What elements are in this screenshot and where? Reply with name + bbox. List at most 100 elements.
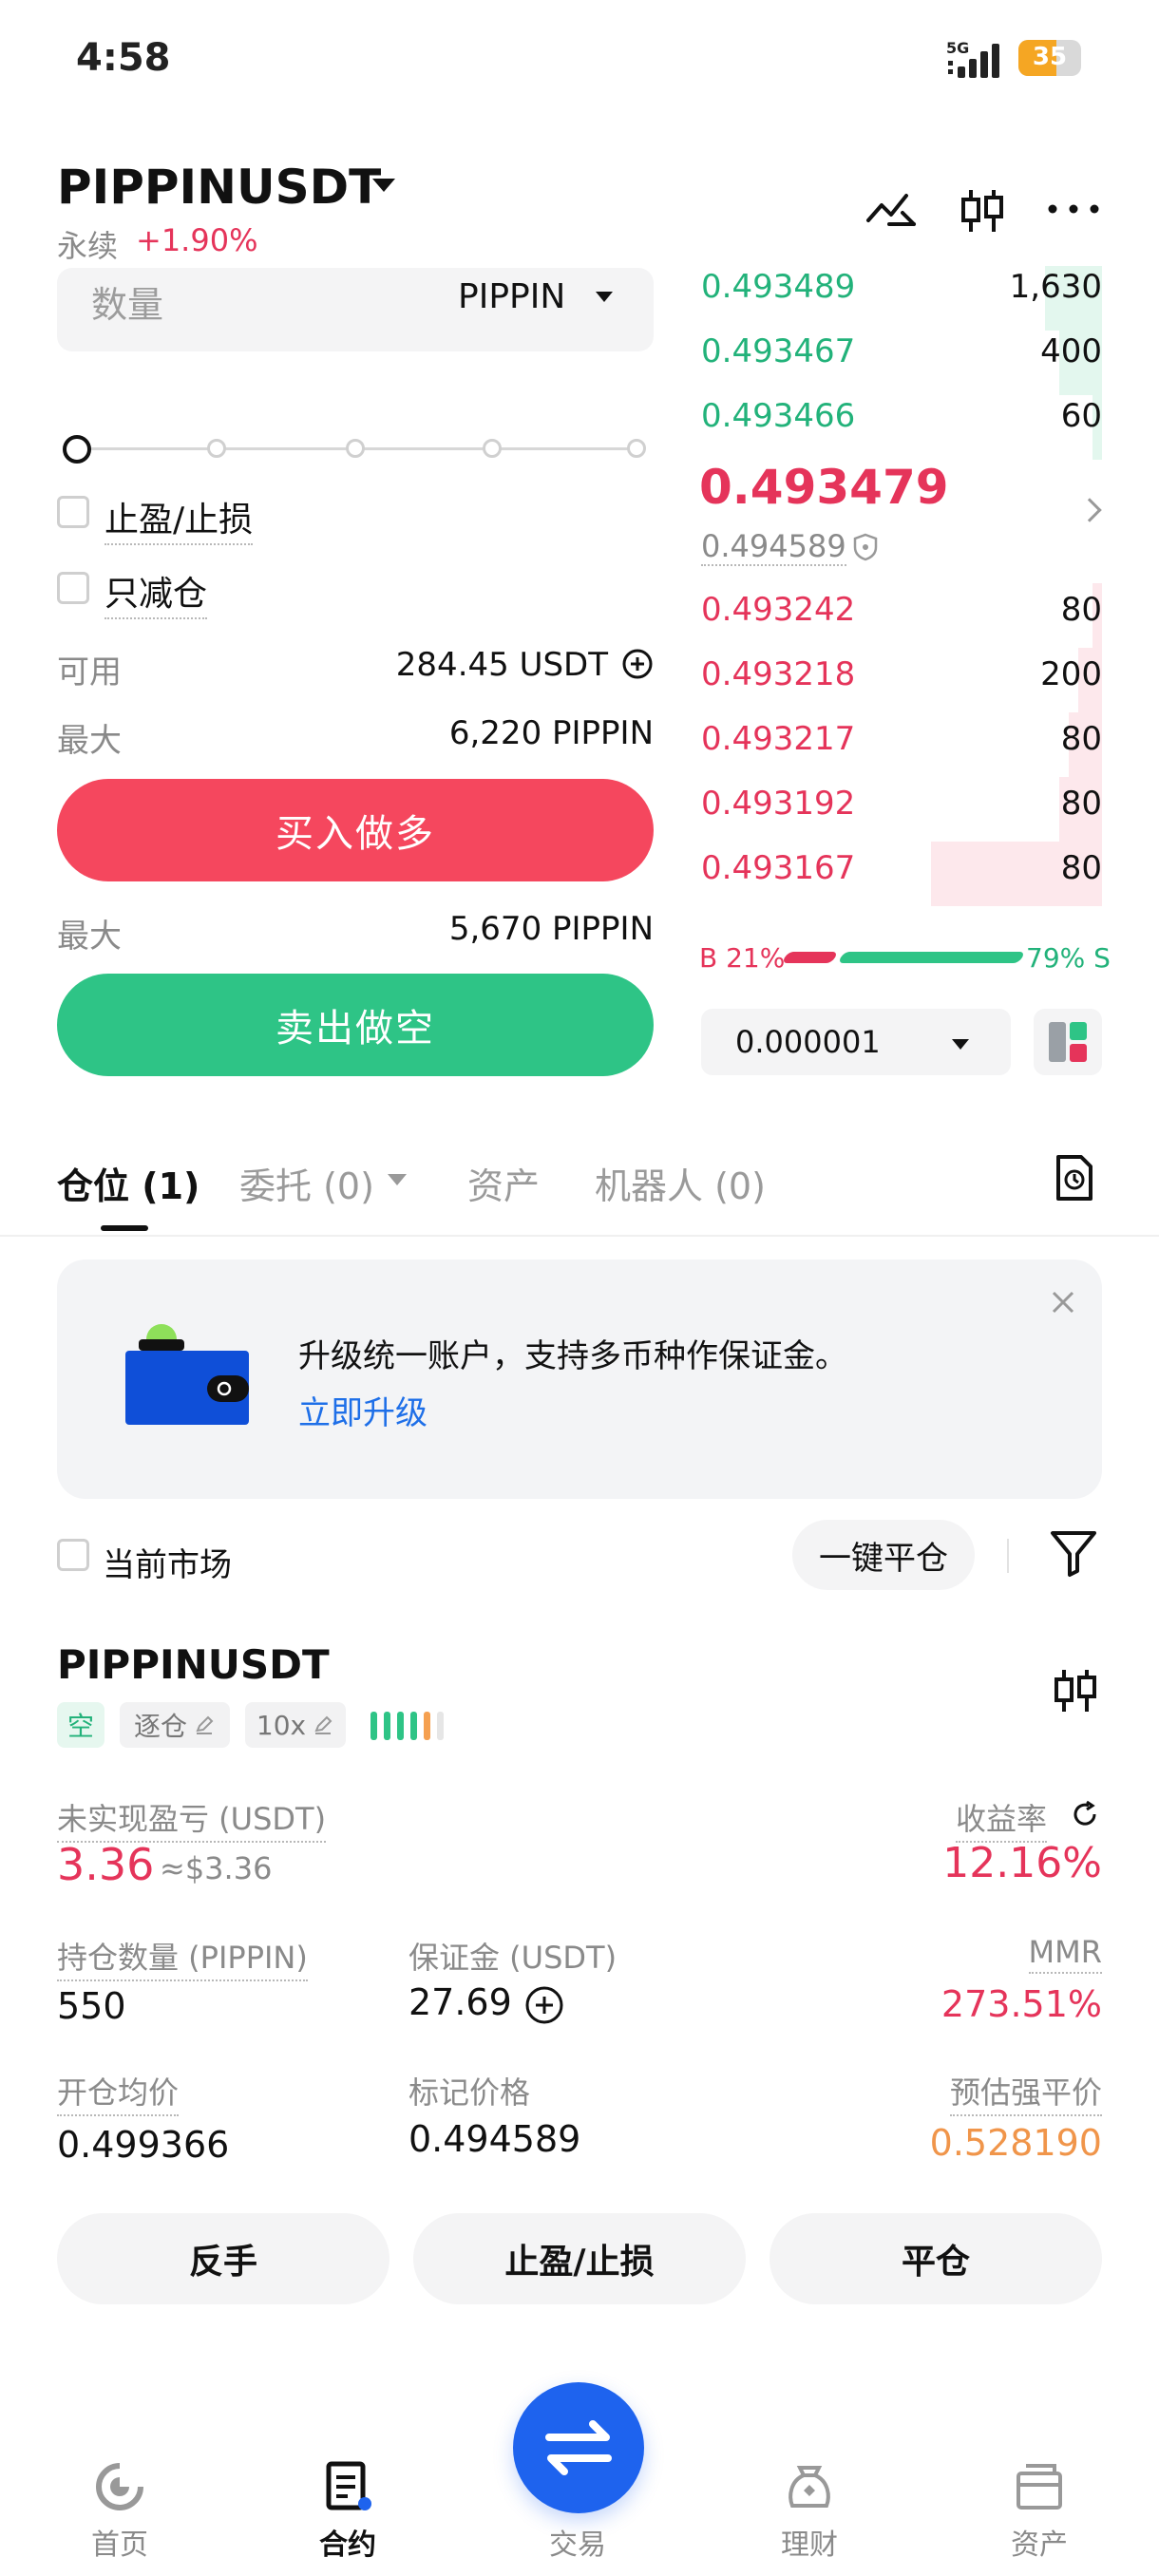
tab-positions[interactable]: 仓位 (1) xyxy=(57,1157,200,1209)
current-market-label[interactable]: 当前市场 xyxy=(103,1539,232,1585)
tab-assets[interactable]: 资产 xyxy=(467,1157,540,1209)
unrealized-pnl-label[interactable]: 未实现盈亏 (USDT) xyxy=(57,1795,327,1843)
quantity-unit-selector[interactable]: PIPPIN xyxy=(458,277,565,316)
sell-ratio-bar xyxy=(837,952,1026,963)
mark-price-label: 标记价格 xyxy=(408,2074,531,2111)
upgrade-now-link[interactable]: 立即升级 xyxy=(298,1387,428,1433)
chevron-right-icon[interactable] xyxy=(1077,498,1102,522)
unrealized-pnl-approx: ≈$3.36 xyxy=(160,1850,273,1886)
swap-icon xyxy=(545,2420,612,2475)
max-buy-value: 6,220 PIPPIN xyxy=(448,714,654,752)
nav-earn[interactable] xyxy=(743,2460,876,2517)
bid-quantity: 80 xyxy=(1060,785,1102,823)
position-size-label[interactable]: 持仓数量 (PIPPIN) xyxy=(57,1934,308,1981)
divider xyxy=(0,1235,1159,1237)
trade-button[interactable] xyxy=(513,2382,644,2513)
filter-icon[interactable] xyxy=(1049,1527,1098,1579)
roe-label[interactable]: 收益率 xyxy=(956,1795,1048,1843)
margin-value: 27.69 xyxy=(408,1981,512,2023)
risk-bar-6 xyxy=(437,1712,444,1740)
contract-type: 永续 xyxy=(57,228,119,264)
refresh-icon[interactable] xyxy=(1070,1799,1100,1829)
candlestick-chart-icon[interactable] xyxy=(1051,1666,1100,1715)
layout-icon xyxy=(1049,1022,1087,1062)
tp-sl-label[interactable]: 止盈/止损 xyxy=(104,492,254,545)
add-circle-icon[interactable] xyxy=(524,1985,564,2025)
unrealized-pnl-value: 3.36 xyxy=(57,1839,155,1890)
nav-assets[interactable] xyxy=(973,2460,1106,2517)
nav-home[interactable] xyxy=(53,2460,186,2517)
tp-sl-checkbox[interactable] xyxy=(57,496,89,528)
battery-icon: 35 xyxy=(1018,40,1081,76)
bid-price[interactable]: 0.493242 xyxy=(701,591,855,629)
entry-price-label[interactable]: 开仓均价 xyxy=(57,2069,180,2116)
risk-bar-4 xyxy=(410,1712,417,1740)
wallet-icon xyxy=(1016,2464,1062,2510)
price-alert-icon[interactable] xyxy=(864,186,918,234)
buy-long-button[interactable]: 买入做多 xyxy=(57,779,654,881)
slider-step-50[interactable] xyxy=(346,439,365,458)
caret-down-icon[interactable] xyxy=(388,1174,407,1185)
price-change: +1.90% xyxy=(136,222,258,258)
caret-down-icon[interactable] xyxy=(952,1039,969,1050)
mmr-value: 273.51% xyxy=(940,1983,1102,2025)
edit-icon xyxy=(314,1715,332,1734)
more-icon[interactable] xyxy=(1045,199,1102,218)
slider-step-75[interactable] xyxy=(483,439,502,458)
mark-price-value: 0.494589 xyxy=(408,2118,581,2160)
nav-earn-label[interactable]: 理财 xyxy=(743,2521,876,2563)
close-icon[interactable] xyxy=(1049,1288,1077,1316)
battery-level: 35 xyxy=(1032,43,1068,71)
bid-price[interactable]: 0.493167 xyxy=(701,849,855,887)
margin-mode-label: 逐仓 xyxy=(133,1711,187,1742)
mmr-label[interactable]: MMR xyxy=(1028,1934,1102,1974)
tab-bots[interactable]: 机器人 (0) xyxy=(595,1157,766,1209)
current-market-checkbox[interactable] xyxy=(57,1539,89,1571)
ask-quantity: 1,630 xyxy=(1009,268,1102,306)
sell-short-button[interactable]: 卖出做空 xyxy=(57,974,654,1076)
caret-down-icon[interactable] xyxy=(372,179,395,192)
reduce-only-checkbox[interactable] xyxy=(57,572,89,604)
nav-assets-label[interactable]: 资产 xyxy=(973,2521,1106,2563)
liq-price-value: 0.528190 xyxy=(929,2122,1102,2164)
order-history-icon[interactable] xyxy=(1053,1153,1096,1203)
reduce-only-label[interactable]: 只减仓 xyxy=(104,566,208,619)
close-position-button[interactable]: 平仓 xyxy=(770,2213,1102,2304)
bid-price[interactable]: 0.493192 xyxy=(701,785,855,823)
bid-price[interactable]: 0.493218 xyxy=(701,655,855,693)
banner-message: 升级统一账户，支持多币种作保证金。 xyxy=(298,1337,847,1375)
margin-mode-tag[interactable]: 逐仓 xyxy=(120,1702,230,1748)
precision-value[interactable]: 0.000001 xyxy=(735,1024,881,1060)
buy-ratio-bar xyxy=(781,952,839,963)
bid-price[interactable]: 0.493217 xyxy=(701,720,855,758)
nav-futures[interactable] xyxy=(281,2460,414,2517)
ask-quantity: 60 xyxy=(1060,397,1102,435)
futures-icon xyxy=(326,2461,371,2510)
tab-orders[interactable]: 委托 (0) xyxy=(239,1157,374,1209)
margin-label: 保证金 (USDT) xyxy=(408,1940,618,1976)
candlestick-chart-icon[interactable] xyxy=(958,186,1007,236)
symbol-selector[interactable]: PIPPINUSDT xyxy=(57,160,381,215)
nav-futures-label[interactable]: 合约 xyxy=(281,2521,414,2563)
ask-price[interactable]: 0.493466 xyxy=(701,397,855,435)
liq-price-label[interactable]: 预估强平价 xyxy=(949,2069,1102,2116)
nav-home-label[interactable]: 首页 xyxy=(53,2521,186,2563)
reverse-button[interactable]: 反手 xyxy=(57,2213,390,2304)
leverage-tag[interactable]: 10x xyxy=(245,1702,346,1748)
slider-step-25[interactable] xyxy=(207,439,226,458)
ask-price[interactable]: 0.493489 xyxy=(701,268,855,306)
add-circle-icon[interactable] xyxy=(621,648,654,680)
available-label: 可用 xyxy=(57,653,122,691)
slider-step-100[interactable] xyxy=(627,439,646,458)
max-sell-value: 5,670 PIPPIN xyxy=(448,910,654,948)
orderbook-layout-button[interactable] xyxy=(1034,1009,1102,1075)
close-all-button[interactable]: 一键平仓 xyxy=(792,1520,975,1590)
tp-sl-button[interactable]: 止盈/止损 xyxy=(413,2213,746,2304)
caret-down-icon[interactable] xyxy=(596,292,613,302)
risk-bar-3 xyxy=(397,1712,404,1740)
cellular-signal-icon: 5G xyxy=(946,39,999,78)
quantity-placeholder: 数量 xyxy=(91,284,164,326)
ask-price[interactable]: 0.493467 xyxy=(701,332,855,370)
nav-trade-label[interactable]: 交易 xyxy=(511,2521,644,2563)
slider-handle[interactable] xyxy=(63,435,91,464)
